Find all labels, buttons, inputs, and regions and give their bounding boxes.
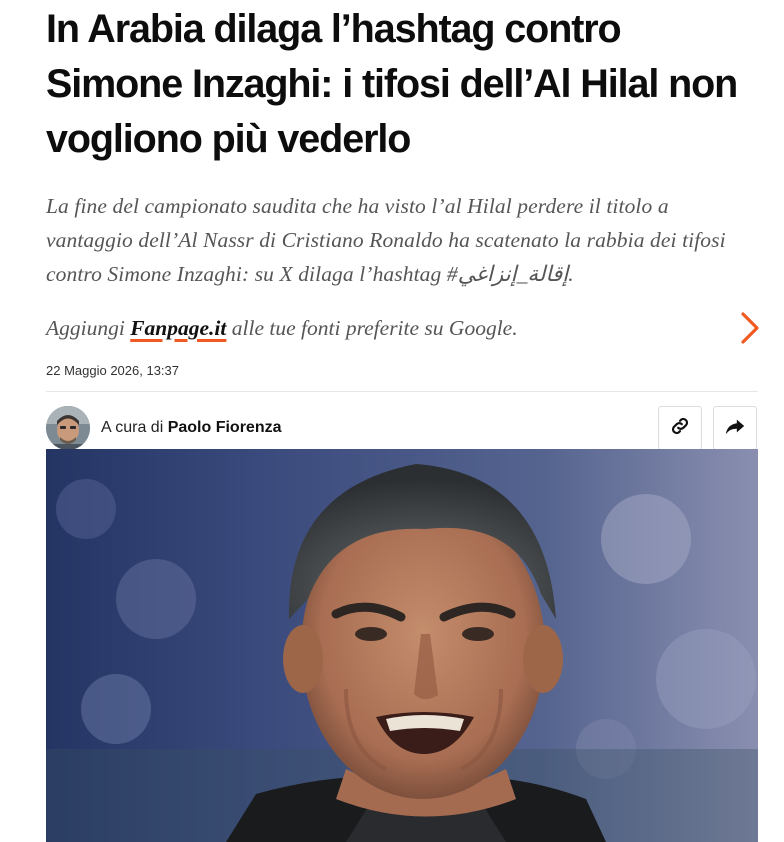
- author-avatar[interactable]: [46, 406, 90, 450]
- hero-photo: [46, 449, 758, 842]
- chevron-right-icon[interactable]: [738, 311, 762, 345]
- link-icon: [669, 415, 691, 442]
- promo-brand-link[interactable]: Fanpage.it: [130, 316, 226, 340]
- article-subtitle: La fine del campionato saudita che ha vi…: [46, 194, 726, 286]
- article-headline: In Arabia dilaga l’hashtag contro Simone…: [46, 7, 738, 161]
- article: In Arabia dilaga l’hashtag contro Simone…: [46, 0, 759, 460]
- share-icon: [724, 415, 746, 442]
- promo-suffix: alle tue fonti preferite su Google.: [226, 316, 518, 340]
- author-name[interactable]: Paolo Fiorenza: [168, 419, 282, 436]
- publish-date: 22 Maggio 2026, 13:37: [46, 363, 179, 378]
- copy-link-button[interactable]: [658, 406, 702, 450]
- author-byline: A cura di Paolo Fiorenza: [101, 418, 282, 438]
- promo-prefix: Aggiungi: [46, 316, 131, 340]
- hero-image: [46, 449, 758, 842]
- byline-prefix: A cura di: [101, 419, 168, 436]
- google-sources-promo[interactable]: Aggiungi Fanpage.it alle tue fonti prefe…: [46, 311, 759, 345]
- share-button[interactable]: [713, 406, 757, 450]
